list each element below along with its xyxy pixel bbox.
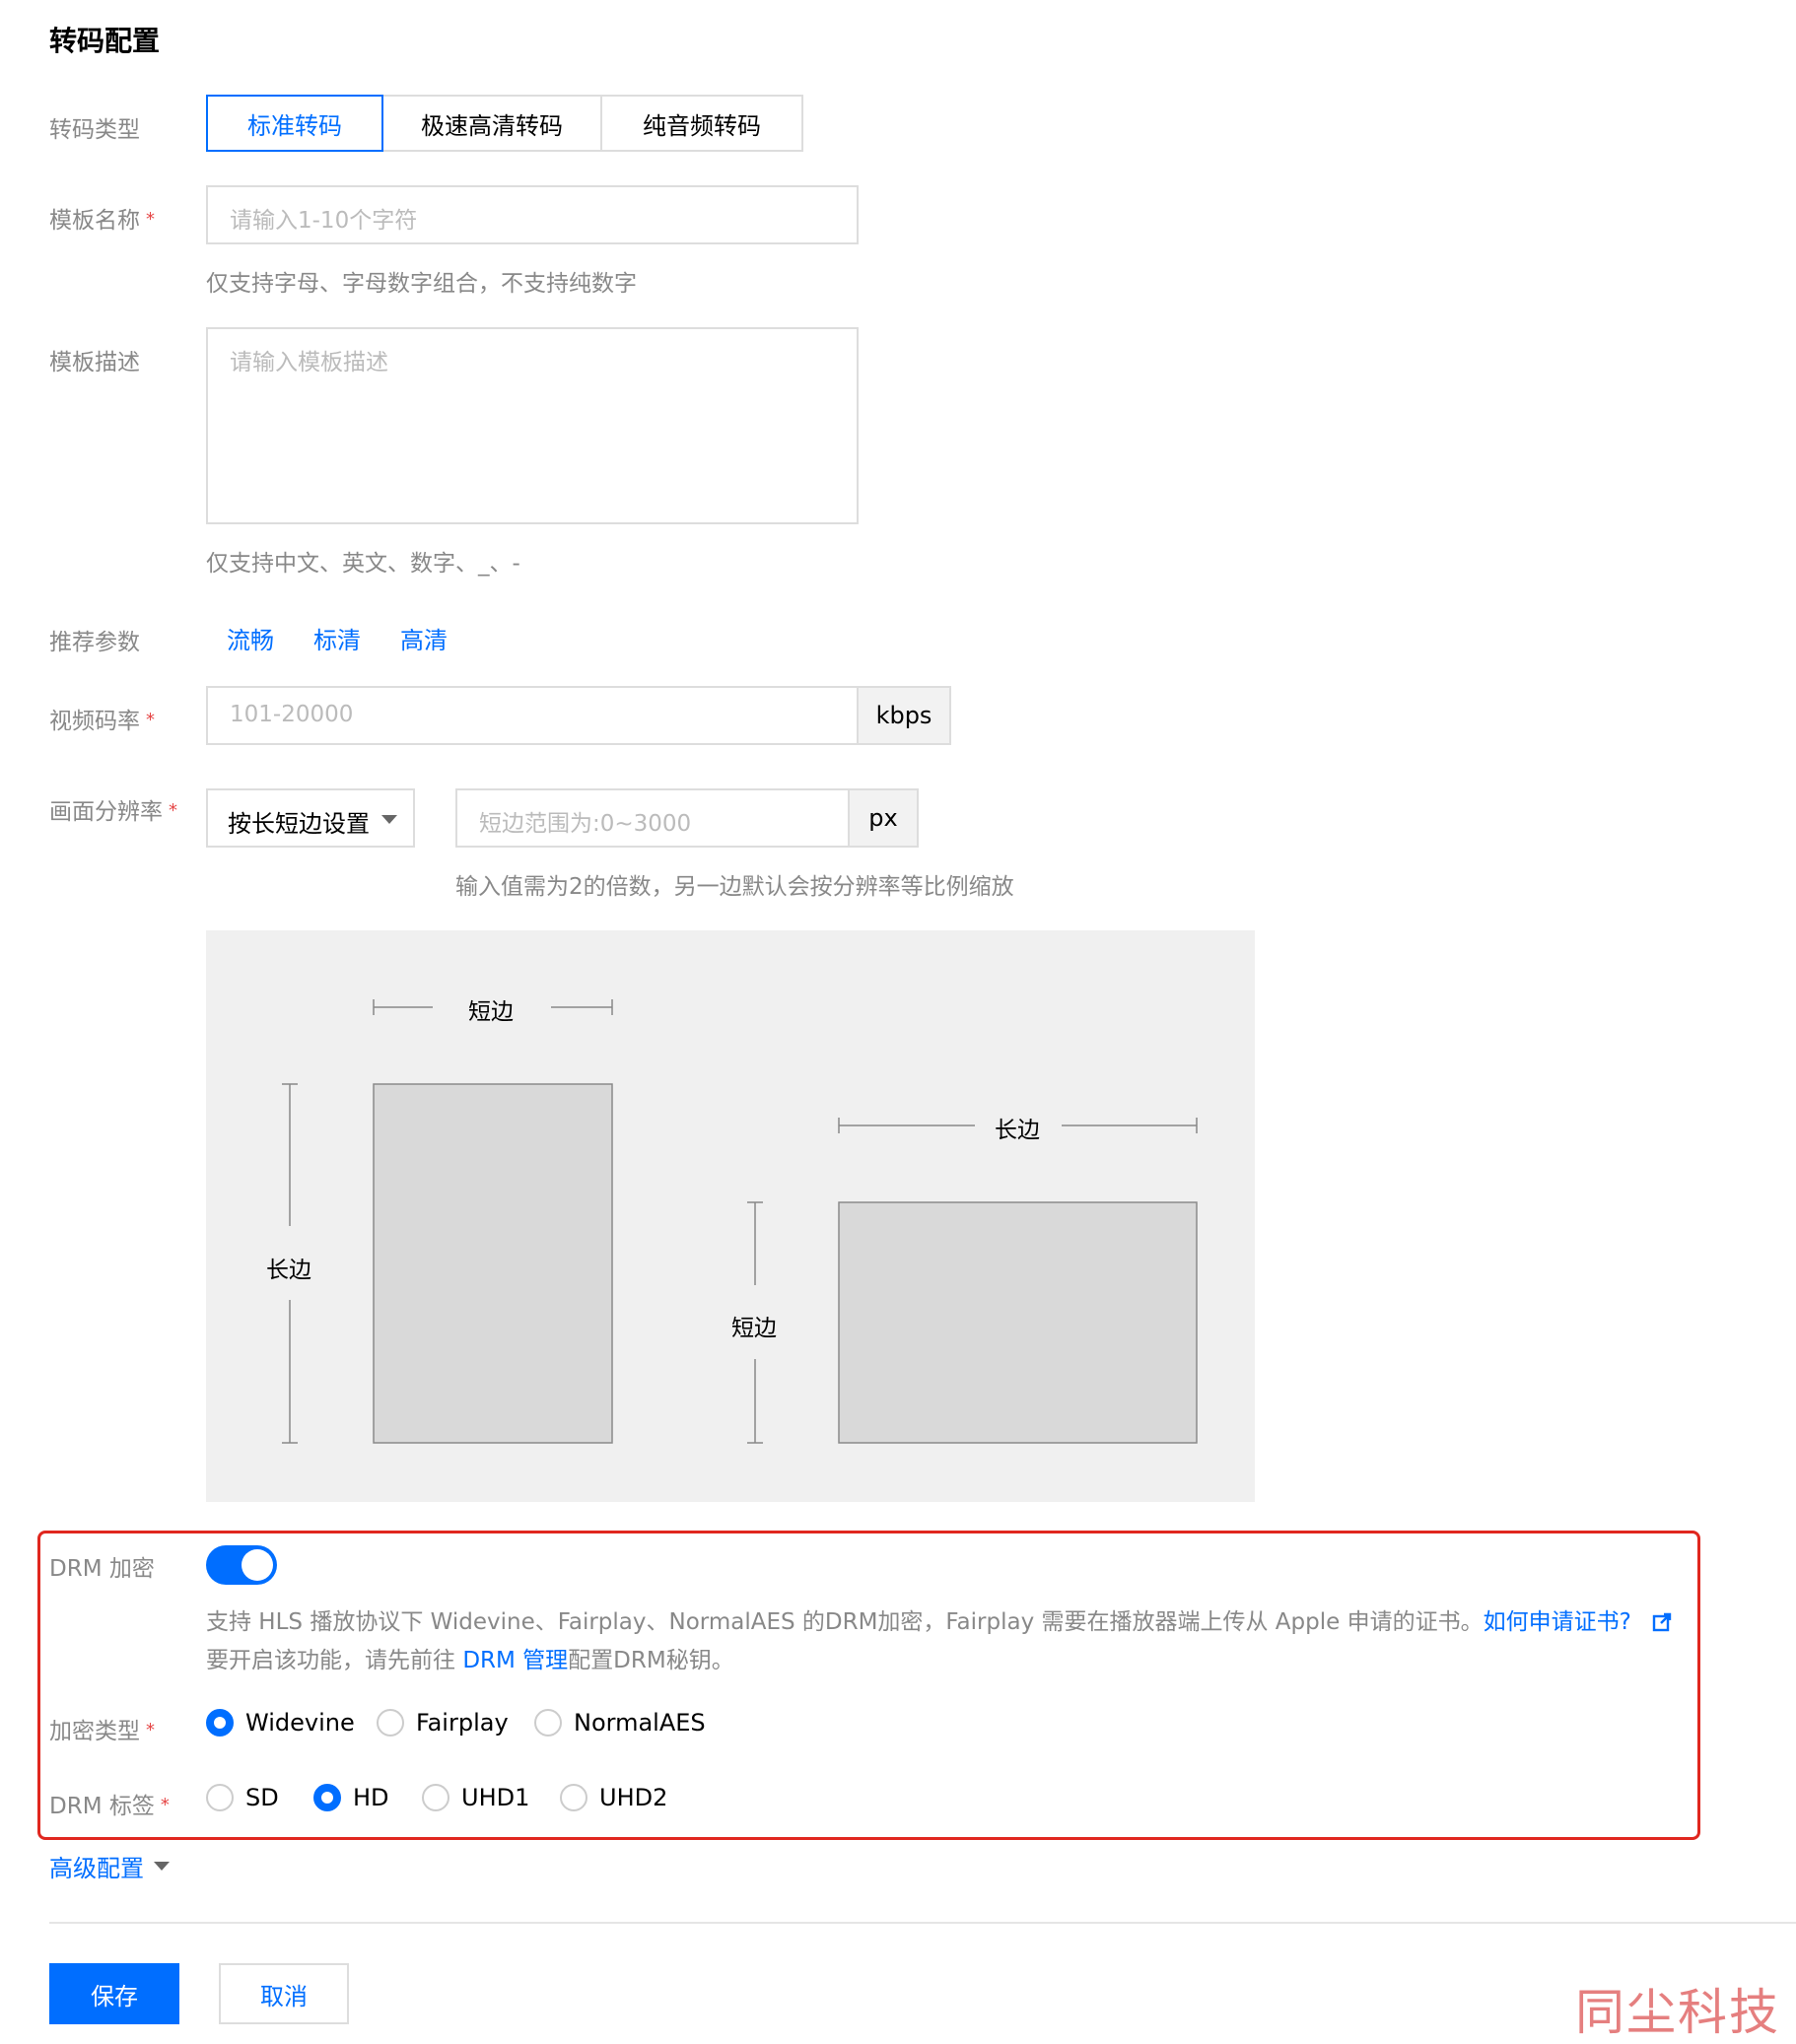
radio-checked [206, 1709, 234, 1737]
resolution-diagram: 短边 长边 长边 短边 [206, 930, 1255, 1502]
uhd1-option-label: UHD1 [461, 1784, 530, 1811]
resolution-unit: px [850, 788, 919, 848]
radio-unchecked [534, 1709, 562, 1737]
resolution-diagram-graphic [282, 999, 1198, 1444]
drm-tag-label: DRM 标签 * [49, 1787, 170, 1820]
portrait-short-side-label: 短边 [468, 999, 514, 1025]
transcode-type-label: 转码类型 [49, 117, 140, 143]
video-bitrate-placeholder: 101-20000 [230, 702, 354, 727]
advanced-config-toggle[interactable]: 高级配置 [49, 1849, 170, 1883]
encrypt-type-label: 加密类型 * [49, 1712, 155, 1745]
template-name-input[interactable]: 请输入1-10个字符 [206, 185, 859, 244]
normalaes-option-label: NormalAES [574, 1709, 706, 1737]
encrypt-type-label-text: 加密类型 [49, 1719, 140, 1744]
drm-description-line2: 要开启该功能，请先前往 DRM 管理配置DRM秘钥。 [206, 1643, 1672, 1678]
drm-desc-text3: 配置DRM秘钥。 [568, 1648, 734, 1673]
tab-standard-transcode[interactable]: 标准转码 [206, 95, 383, 152]
drm-highlight-box [37, 1531, 1700, 1840]
landscape-long-side-label: 长边 [995, 1118, 1040, 1143]
video-bitrate-unit: kbps [859, 686, 951, 745]
resolution-label: 画面分辨率 * [49, 792, 177, 826]
resolution-label-text: 画面分辨率 [49, 799, 163, 825]
drm-tag-sd-radio[interactable]: SD [206, 1784, 279, 1811]
cancel-button[interactable]: 取消 [219, 1963, 349, 2024]
tab-fast-hd-transcode[interactable]: 极速高清转码 [381, 95, 602, 152]
page-title: 转码配置 [49, 25, 161, 57]
drm-tag-uhd2-radio[interactable]: UHD2 [560, 1784, 667, 1811]
resolution-mode-select[interactable]: 按长短边设置 [206, 788, 415, 848]
footer-divider [49, 1922, 1796, 1924]
hd-option-label: HD [353, 1784, 389, 1811]
recommended-params-label: 推荐参数 [49, 630, 140, 655]
drm-tag-label-text: DRM 标签 [49, 1794, 155, 1819]
resolution-help: 输入值需为2的倍数，另一边默认会按分辨率等比例缩放 [455, 874, 1014, 900]
external-link-icon[interactable] [1652, 1607, 1672, 1643]
landscape-short-side-label: 短边 [731, 1316, 777, 1341]
required-mark: * [146, 1720, 155, 1740]
video-bitrate-label-text: 视频码率 [49, 709, 140, 734]
save-button[interactable]: 保存 [49, 1963, 179, 2024]
drm-desc-text1: 支持 HLS 播放协议下 Widevine、Fairplay、NormalAES… [206, 1609, 1484, 1635]
resolution-mode-value: 按长短边设置 [228, 810, 370, 838]
caret-down-icon [154, 1862, 170, 1871]
caret-down-icon [381, 815, 397, 824]
watermark-text: 同尘科技 [1575, 1984, 1780, 2041]
template-name-help: 仅支持字母、字母数字组合，不支持纯数字 [206, 271, 637, 297]
drm-tag-uhd1-radio[interactable]: UHD1 [422, 1784, 529, 1811]
preset-hd-link[interactable]: 高清 [400, 621, 448, 655]
recommended-params-options: 流畅 标清 高清 [227, 621, 448, 655]
template-name-placeholder: 请输入1-10个字符 [230, 208, 418, 234]
widevine-option-label: Widevine [245, 1709, 355, 1737]
encrypt-type-widevine-radio[interactable]: Widevine [206, 1709, 355, 1737]
preset-smooth-link[interactable]: 流畅 [227, 621, 274, 655]
video-bitrate-label: 视频码率 * [49, 702, 155, 735]
portrait-long-side-label: 长边 [266, 1258, 311, 1283]
uhd2-option-label: UHD2 [599, 1784, 668, 1811]
required-mark: * [146, 209, 155, 230]
advanced-config-label: 高级配置 [49, 1855, 144, 1882]
how-to-apply-cert-link[interactable]: 如何申请证书? [1484, 1609, 1631, 1635]
template-name-label-text: 模板名称 [49, 208, 140, 234]
radio-unchecked [560, 1784, 587, 1811]
drm-description-line1: 支持 HLS 播放协议下 Widevine、Fairplay、NormalAES… [206, 1604, 1672, 1643]
resolution-short-side-placeholder: 短边范围为:0~3000 [479, 811, 692, 837]
tab-audio-only-transcode[interactable]: 纯音频转码 [600, 95, 803, 152]
drm-toggle[interactable] [206, 1545, 277, 1585]
sd-option-label: SD [245, 1784, 279, 1811]
transcode-type-segmented: 标准转码 极速高清转码 纯音频转码 [206, 95, 803, 152]
radio-checked [313, 1784, 341, 1811]
drm-manage-link[interactable]: DRM 管理 [462, 1648, 568, 1673]
required-mark: * [160, 1795, 170, 1815]
drm-encryption-label: DRM 加密 [49, 1556, 155, 1582]
radio-unchecked [377, 1709, 404, 1737]
toggle-knob [242, 1549, 273, 1581]
template-desc-help: 仅支持中文、英文、数字、_、- [206, 551, 520, 577]
resolution-short-side-input[interactable]: 短边范围为:0~3000 [455, 788, 850, 848]
encrypt-type-fairplay-radio[interactable]: Fairplay [377, 1709, 509, 1737]
template-desc-label: 模板描述 [49, 350, 140, 375]
video-bitrate-input[interactable]: 101-20000 [206, 686, 859, 745]
drm-desc-text2: 要开启该功能，请先前往 [206, 1648, 463, 1673]
radio-unchecked [206, 1784, 234, 1811]
template-desc-placeholder: 请输入模板描述 [230, 350, 388, 375]
preset-sd-link[interactable]: 标清 [313, 621, 361, 655]
required-mark: * [169, 800, 177, 821]
required-mark: * [146, 710, 155, 730]
template-name-label: 模板名称 * [49, 201, 155, 235]
radio-unchecked [422, 1784, 449, 1811]
template-desc-textarea[interactable]: 请输入模板描述 [206, 327, 859, 524]
drm-tag-hd-radio[interactable]: HD [313, 1784, 389, 1811]
fairplay-option-label: Fairplay [416, 1709, 509, 1737]
encrypt-type-normalaes-radio[interactable]: NormalAES [534, 1709, 706, 1737]
drm-description: 支持 HLS 播放协议下 Widevine、Fairplay、NormalAES… [206, 1604, 1672, 1678]
